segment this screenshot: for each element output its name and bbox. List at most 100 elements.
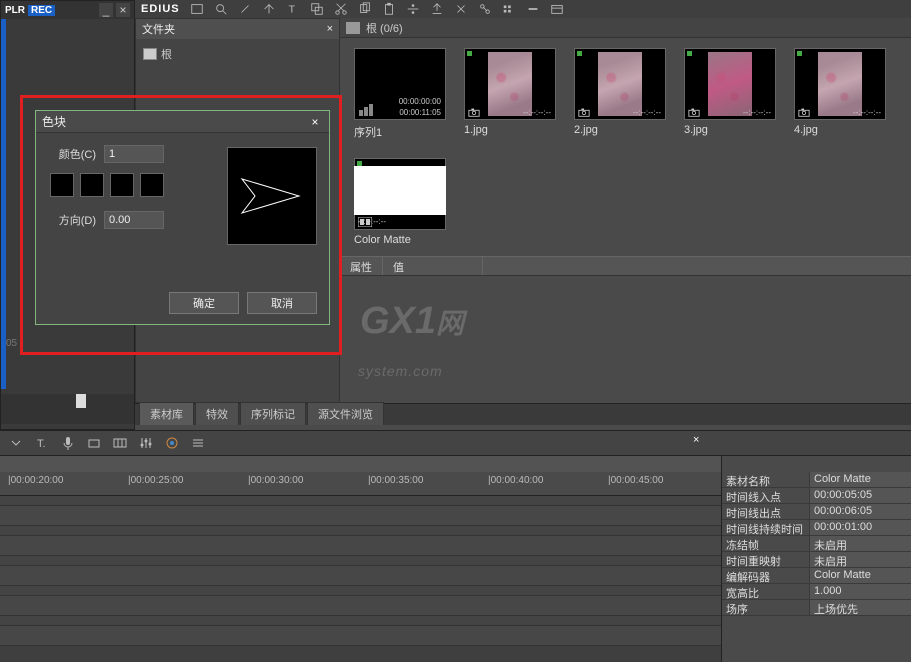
swatch[interactable] [50, 173, 74, 197]
list-icon[interactable] [190, 435, 206, 451]
link-icon[interactable] [478, 2, 492, 16]
timeline-main[interactable]: |00:00:20:00 |00:00:25:00 |00:00:30:00 |… [0, 456, 721, 662]
folder-icon [346, 22, 360, 34]
settings-icon[interactable] [502, 2, 516, 16]
swatch[interactable] [80, 173, 104, 197]
tree-root-label: 根 [161, 46, 172, 62]
track[interactable] [0, 526, 721, 536]
tree-root-item[interactable]: 根 [141, 44, 334, 64]
timeline-ruler[interactable]: |00:00:20:00 |00:00:25:00 |00:00:30:00 |… [0, 472, 721, 496]
dialog-close-button[interactable]: × [307, 114, 323, 130]
track[interactable] [0, 626, 721, 646]
thumb-tc2: 00:00:11:05 [399, 108, 441, 117]
ruler-mark: |00:00:35:00 [368, 475, 423, 486]
tab-source-browse[interactable]: 源文件浏览 [307, 402, 384, 425]
info-label: 时间线持续时间 [722, 520, 810, 535]
prop-col-value[interactable]: 值 [383, 257, 483, 275]
info-row: 冻结帧未启用 [722, 536, 911, 552]
dialog-titlebar[interactable]: 色块 × [36, 111, 329, 133]
plr-label: PLR [5, 5, 25, 16]
color-input[interactable] [104, 145, 164, 163]
track[interactable] [0, 586, 721, 596]
tab-effects[interactable]: 特效 [195, 402, 239, 425]
tracks [0, 496, 721, 646]
scale-thumb[interactable] [76, 394, 86, 408]
minimize-button[interactable]: _ [99, 3, 113, 17]
swatch[interactable] [140, 173, 164, 197]
file-panel-close[interactable]: × [327, 23, 333, 35]
swatch[interactable] [110, 173, 134, 197]
track[interactable] [0, 506, 721, 526]
track[interactable] [0, 536, 721, 556]
thumb-label: 1.jpg [464, 124, 556, 136]
thumb-image[interactable]: --:--:--:-- 2.jpg [574, 48, 666, 140]
timeline-close-button[interactable]: × [693, 434, 711, 452]
cancel-button[interactable]: 取消 [247, 292, 317, 314]
status-dot [687, 51, 692, 56]
ok-button[interactable]: 确定 [169, 292, 239, 314]
info-value: 1.000 [810, 584, 911, 599]
color-wheel-icon[interactable] [164, 435, 180, 451]
export-icon[interactable] [262, 2, 276, 16]
text-tool-icon[interactable]: T. [34, 435, 50, 451]
info-row: 时间线出点00:00:06:05 [722, 504, 911, 520]
thumb-image[interactable]: --:--:--:-- 3.jpg [684, 48, 776, 140]
rect-icon[interactable] [86, 435, 102, 451]
player-border [1, 19, 6, 389]
track[interactable] [0, 596, 721, 616]
info-row: 素材名称Color Matte [722, 472, 911, 488]
grid-icon[interactable] [112, 435, 128, 451]
tab-library[interactable]: 素材库 [139, 402, 194, 425]
direction-input[interactable] [104, 211, 164, 229]
prop-col-name[interactable]: 属性 [340, 257, 383, 275]
window-icon[interactable] [550, 2, 564, 16]
info-value: Color Matte [810, 568, 911, 583]
info-panel: 素材名称Color Matte 时间线入点00:00:05:05 时间线出点00… [721, 456, 911, 662]
divide-icon[interactable] [406, 2, 420, 16]
chevron-down-icon[interactable] [8, 435, 24, 451]
paste-icon[interactable] [382, 2, 396, 16]
search-icon[interactable] [214, 2, 228, 16]
status-dot [357, 161, 362, 166]
track[interactable] [0, 556, 721, 566]
thumb-sequence[interactable]: 00:00:00:00 00:00:11:05 序列1 [354, 48, 446, 140]
sliders-icon[interactable] [138, 435, 154, 451]
close-button[interactable]: × [116, 3, 130, 17]
camera-icon [688, 107, 700, 117]
thumb-image[interactable]: --:--:--:-- 1.jpg [464, 48, 556, 140]
info-value: 未启用 [810, 552, 911, 567]
copy-icon[interactable] [358, 2, 372, 16]
text-icon[interactable]: T [286, 2, 300, 16]
track[interactable] [0, 566, 721, 586]
tab-markers[interactable]: 序列标记 [240, 402, 306, 425]
marker-05: 05 [6, 338, 17, 349]
bin-header: 根 (0/6) [340, 18, 911, 38]
thumb-image[interactable]: --:--:--:-- 4.jpg [794, 48, 886, 140]
camera-icon [798, 107, 810, 117]
mic-icon[interactable] [60, 435, 76, 451]
upload-icon[interactable] [430, 2, 444, 16]
track[interactable] [0, 616, 721, 626]
cut-icon[interactable] [334, 2, 348, 16]
info-value: 00:00:06:05 [810, 504, 911, 519]
delete-icon[interactable] [454, 2, 468, 16]
new-icon[interactable] [190, 2, 204, 16]
color-label: 颜色(C) [48, 146, 96, 162]
ruler-mark: |00:00:30:00 [248, 475, 303, 486]
layers-icon[interactable] [310, 2, 324, 16]
thumb-label: Color Matte [354, 234, 446, 246]
status-dot [577, 51, 582, 56]
camera-icon [468, 107, 480, 117]
info-value: 上场优先 [810, 600, 911, 615]
scale-bar[interactable] [1, 394, 134, 424]
dash-icon[interactable] [526, 2, 540, 16]
info-label: 编解码器 [722, 568, 810, 583]
info-value: Color Matte [810, 472, 911, 487]
tool-icon[interactable] [238, 2, 252, 16]
info-row: 宽高比1.000 [722, 584, 911, 600]
thumb-color-matte[interactable]: --:--:--:-- Color Matte [354, 158, 446, 246]
edius-label: EDIUS [141, 3, 180, 15]
track[interactable] [0, 496, 721, 506]
info-label: 冻结帧 [722, 536, 810, 551]
status-dot [797, 51, 802, 56]
